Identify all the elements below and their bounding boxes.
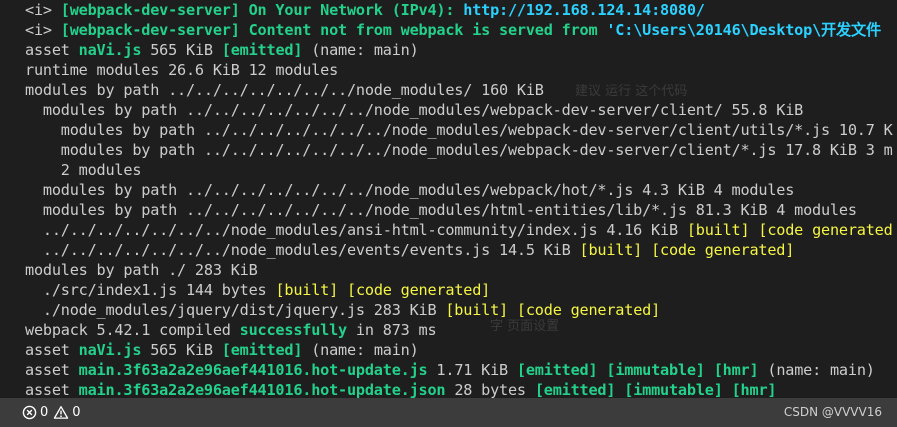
terminal-text-segment: modules by path ./ 283 KiB [25, 261, 258, 279]
terminal-text-segment: naVi.js [78, 41, 142, 59]
terminal-text-segment: 2 modules [25, 161, 142, 179]
terminal-text-segment: asset [25, 341, 79, 359]
terminal-line: ../../../../../../../node_modules/ansi-h… [25, 220, 893, 240]
terminal-text-segment: asset [25, 41, 79, 59]
terminal-text-segment: [code generated [758, 221, 893, 239]
error-circle-icon [22, 405, 37, 420]
terminal-text-segment: http://192.168.124.14:8080/ [463, 1, 705, 19]
terminal-text-segment: modules by path ../../../../../../../nod… [25, 101, 804, 119]
terminal-text-segment: runtime modules 26.6 KiB 12 modules [25, 61, 339, 79]
terminal-text-segment: ../../../../../../../node_modules/events… [25, 241, 580, 259]
terminal-line: asset main.3f63a2a2e96aef441016.hot-upda… [25, 380, 893, 398]
terminal-line: asset naVi.js 565 KiB [emitted] (name: m… [25, 340, 893, 360]
terminal-line: modules by path ../../../../../../../nod… [25, 100, 893, 120]
terminal-text-segment: [hmr] [731, 381, 777, 398]
terminal-line: modules by path ../../../../../../../nod… [25, 120, 893, 140]
terminal-panel[interactable]: 建议 运行 这个代码 字 页面设置 <i> [webpack-dev-serve… [0, 0, 897, 398]
terminal-text-segment: [webpack-dev-server] On Your Network (IP… [60, 1, 464, 19]
terminal-text-segment: webpack 5.42.1 compiled [25, 321, 240, 339]
terminal-line: modules by path ./ 283 KiB [25, 260, 893, 280]
terminal-text-segment: [webpack-dev-server] Content not from we… [60, 21, 607, 39]
terminal-line: runtime modules 26.6 KiB 12 modules [25, 60, 893, 80]
terminal-text-segment: [immutable] [606, 361, 705, 379]
terminal-line: modules by path ../../../../../../../nod… [25, 80, 893, 100]
terminal-text-segment: main.3f63a2a2e96aef441016.hot-update.js [78, 361, 428, 379]
terminal-text-segment: 565 KiB [141, 41, 222, 59]
terminal-line: webpack 5.42.1 compiled successfully in … [25, 320, 893, 340]
terminal-text-segment: [built] [686, 221, 750, 239]
terminal-text-segment: asset [25, 381, 79, 398]
terminal-text-segment: (name: main) [302, 341, 419, 359]
terminal-text-segment: asset [25, 361, 79, 379]
terminal-text-segment: main.3f63a2a2e96aef441016.hot-update.jso… [78, 381, 446, 398]
terminal-line: 2 modules [25, 160, 893, 180]
error-count: 0 [40, 405, 49, 420]
terminal-text-segment: [built] [275, 281, 339, 299]
terminal-line: ./src/index1.js 144 bytes [built] [code … [25, 280, 893, 300]
terminal-text-segment: [built] [445, 301, 508, 319]
terminal-text-segment: modules by path ../../../../../../../nod… [25, 121, 893, 139]
terminal-text-segment: [emitted] [221, 41, 303, 59]
terminal-text-segment: 28 bytes [445, 381, 535, 398]
terminal-text-segment: ./node_modules/jquery/dist/jquery.js 283… [25, 301, 446, 319]
terminal-text-segment: [code generated] [516, 301, 661, 319]
terminal-text-segment: 1.71 KiB [427, 361, 517, 379]
terminal-text-segment: [hmr] [713, 361, 759, 379]
terminal-text-segment: 565 KiB [141, 341, 222, 359]
terminal-text-segment: [built] [579, 241, 643, 259]
terminal-text-segment: naVi.js [78, 341, 142, 359]
status-bar: 0 0 CSDN @VVVV16 [0, 398, 897, 427]
problems-indicator[interactable]: 0 0 [22, 398, 81, 427]
terminal-text-segment: <i> [25, 1, 61, 19]
terminal-text-segment: [emitted] [534, 381, 616, 398]
terminal-line: <i> [webpack-dev-server] Content not fro… [25, 20, 893, 40]
terminal-line: ./node_modules/jquery/dist/jquery.js 283… [25, 300, 893, 320]
warning-count: 0 [72, 405, 81, 420]
terminal-line: modules by path ../../../../../../../nod… [25, 200, 893, 220]
terminal-text-segment: ../../../../../../../node_modules/ansi-h… [25, 221, 687, 239]
terminal-line: <i> [webpack-dev-server] On Your Network… [25, 0, 893, 20]
terminal-text-segment: 'C:\Users\20146\Desktop\开发文件 [606, 21, 881, 39]
terminal-line: modules by path ../../../../../../../nod… [25, 140, 893, 160]
terminal-text-segment: modules by path ../../../../../../../nod… [25, 181, 795, 199]
terminal-text-segment: modules by path ../../../../../../../nod… [25, 201, 857, 219]
terminal-text-segment: [code generated] [651, 241, 795, 259]
terminal-line: asset naVi.js 565 KiB [emitted] (name: m… [25, 40, 893, 60]
terminal-text-segment: <i> [25, 21, 61, 39]
terminal-text-segment: in 873 ms [346, 321, 437, 339]
terminal-text-segment: modules by path ../../../../../../../nod… [25, 81, 544, 99]
terminal-text-segment: (name: main) [758, 361, 875, 379]
terminal-text-segment: successfully [239, 321, 348, 339]
terminal-line: asset main.3f63a2a2e96aef441016.hot-upda… [25, 360, 893, 380]
terminal-output: <i> [webpack-dev-server] On Your Network… [25, 0, 893, 398]
terminal-text-segment: [immutable] [624, 381, 723, 398]
terminal-text-segment: (name: main) [302, 41, 419, 59]
terminal-text-segment: ./src/index1.js 144 bytes [25, 281, 276, 299]
terminal-text-segment: [emitted] [516, 361, 598, 379]
terminal-text-segment: modules by path ../../../../../../../nod… [25, 141, 893, 159]
warning-triangle-icon [53, 405, 69, 420]
terminal-text-segment: [code generated] [347, 281, 491, 299]
csdn-watermark: CSDN @VVVV16 [783, 405, 882, 419]
terminal-line: modules by path ../../../../../../../nod… [25, 180, 893, 200]
terminal-text-segment: [emitted] [221, 341, 303, 359]
terminal-line: ../../../../../../../node_modules/events… [25, 240, 893, 260]
